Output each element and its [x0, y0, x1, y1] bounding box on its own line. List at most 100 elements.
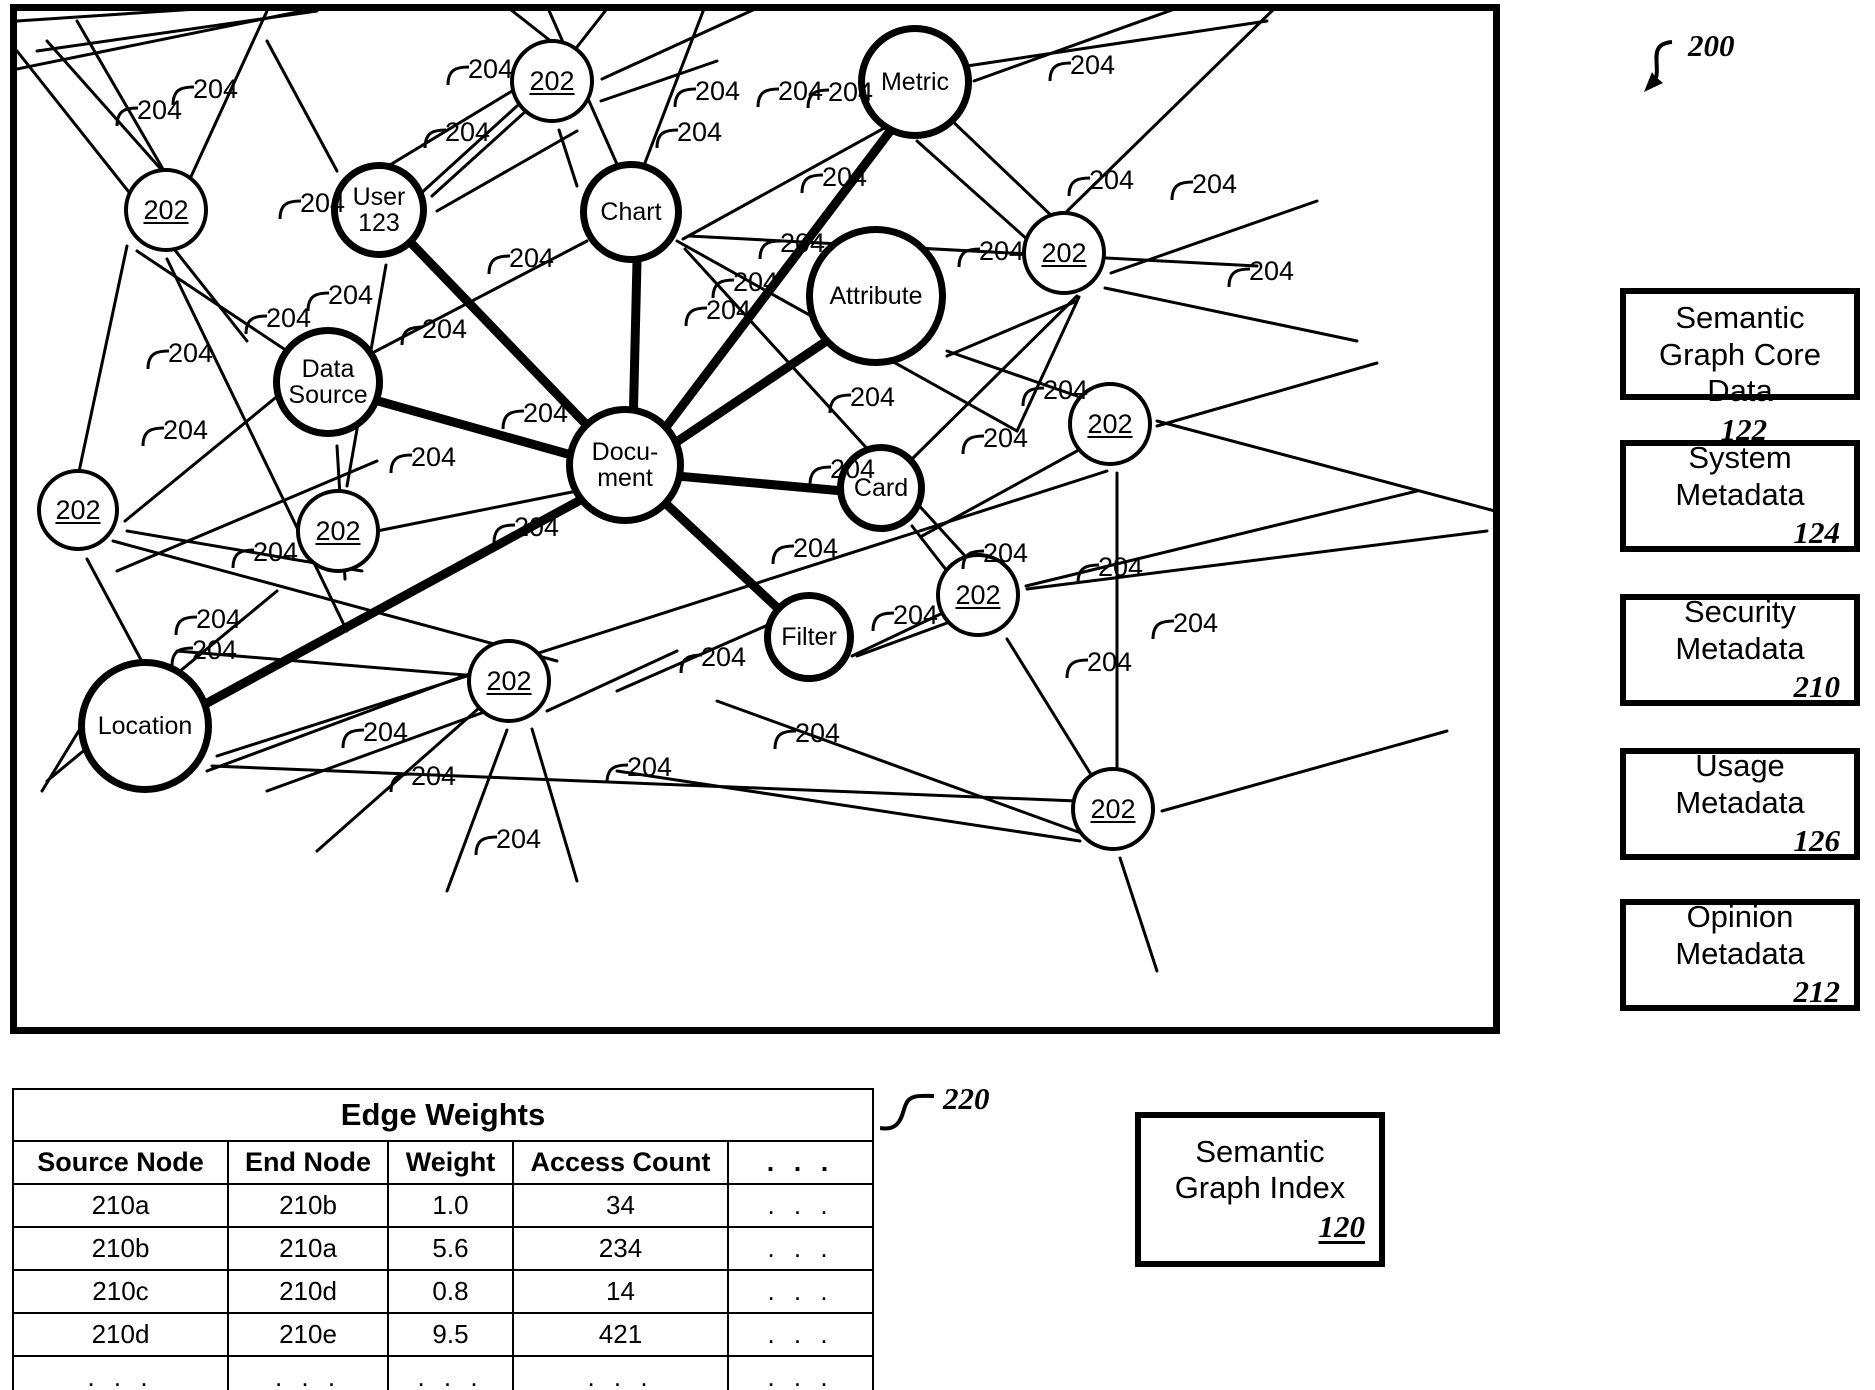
edge-ref-label: 204: [486, 243, 554, 276]
edge-ref-text: 204: [509, 243, 555, 273]
edge-leader-icon: [772, 718, 797, 750]
graph-node-generic-m9[interactable]: 202: [1071, 767, 1155, 851]
edge-ref-label: 204: [807, 454, 875, 487]
table-row[interactable]: 210d 210e 9.5 421. . .: [12, 1312, 875, 1357]
node-label: 202: [1090, 793, 1136, 824]
table-row[interactable]: 210a 210b 1.0 34. . .: [12, 1183, 875, 1228]
table-cell: 421: [512, 1312, 729, 1357]
edge-ref-text: 204: [1043, 375, 1089, 405]
semantic-graph-panel: [10, 4, 1500, 1034]
edge-ref-label: 204: [827, 382, 895, 415]
metadata-box-security-metadata: Security Metadata 210: [1620, 594, 1860, 706]
edge-leader-icon: [678, 642, 703, 674]
edge-ref-label: 204: [960, 538, 1028, 571]
edge-ref-text: 204: [445, 117, 491, 147]
edge-weights-table: Edge Weights Source Node End Node Weight Acc…: [11, 1088, 875, 1390]
edge-ref-label: 204: [757, 228, 825, 261]
table-cell: . . .: [726, 1312, 875, 1357]
edge-leader-icon: [388, 442, 413, 474]
edge-ref-label: 204: [678, 642, 746, 675]
graph-node-datasource[interactable]: Data Source: [273, 327, 383, 437]
edge-ref-text: 204: [328, 280, 374, 310]
edge-ref-text: 204: [300, 188, 346, 218]
table-column-header: Weight: [387, 1140, 514, 1185]
table-title: Edge Weights: [11, 1088, 875, 1142]
edge-ref-text: 204: [677, 117, 723, 147]
edge-ref-text: 204: [468, 54, 514, 84]
metadata-box-label: Semantic Graph Core Data: [1659, 300, 1821, 409]
edge-ref-label: 204: [230, 537, 298, 570]
table-row[interactable]: 210b 210a 5.6 234. . .: [12, 1226, 875, 1271]
table-cell: 210a: [12, 1183, 229, 1228]
edge-ref-text: 204: [1249, 256, 1295, 286]
edge-leader-icon: [757, 228, 782, 260]
edge-leader-icon: [1169, 169, 1194, 201]
edge-ref-label: 204: [169, 635, 237, 668]
edge-leader-icon: [277, 188, 302, 220]
edge-leader-icon: [672, 76, 697, 108]
metadata-box-label: Usage Metadata: [1675, 748, 1805, 820]
node-label: User 123: [352, 182, 406, 237]
edge-leader-icon: [956, 236, 981, 268]
edge-leader-icon: [473, 824, 498, 856]
table-cell: 1.0: [387, 1183, 514, 1228]
node-label: 202: [315, 515, 361, 546]
table-cell: 0.8: [387, 1269, 514, 1314]
edge-ref-label: 204: [399, 314, 467, 347]
edge-leader-icon: [445, 54, 470, 86]
table-column-header: Source Node: [12, 1140, 229, 1185]
graph-node-attribute[interactable]: Attribute: [806, 226, 946, 366]
edge-ref-text: 204: [795, 718, 841, 748]
edge-leader-icon: [654, 117, 679, 149]
figure-canvas: Metric User 123 Chart Attribute Data Source Doc…: [0, 0, 1875, 1390]
index-box-text: Semantic Graph Index: [1174, 1133, 1346, 1206]
graph-node-generic-m3[interactable]: 202: [1022, 211, 1106, 295]
edge-ref-text: 204: [828, 77, 874, 107]
graph-node-chart[interactable]: Chart: [580, 161, 682, 263]
edge-ref-label: 204: [1020, 375, 1088, 408]
graph-node-generic-m2[interactable]: 202: [124, 168, 208, 252]
edge-ref-label: 204: [305, 280, 373, 313]
graph-node-generic-m6[interactable]: 202: [296, 489, 380, 573]
graph-node-metric[interactable]: Metric: [858, 25, 972, 139]
edge-ref-text: 204: [850, 382, 896, 412]
edge-ref-label: 204: [277, 188, 345, 221]
edge-ref-text: 204: [733, 267, 779, 297]
table-row[interactable]: 210c 210d 0.8 14. . .: [12, 1269, 875, 1314]
node-label: 202: [1041, 237, 1087, 268]
edge-ref-text: 204: [1173, 608, 1219, 638]
edge-ref-label: 204: [1226, 256, 1294, 289]
edge-ref-label: 204: [683, 295, 751, 328]
table-cell: 210b: [227, 1183, 389, 1228]
edge-ref-label: 204: [170, 74, 238, 107]
edge-leader-icon: [1064, 647, 1089, 679]
table-row[interactable]: . . .. . .. . .. . .. . .: [12, 1355, 875, 1390]
table-cell: . . .: [726, 1183, 875, 1228]
edge-ref-text: 204: [979, 236, 1025, 266]
table-cell: 34: [512, 1183, 729, 1228]
edge-ref-text: 204: [983, 538, 1029, 568]
edge-ref-text: 204: [523, 398, 569, 428]
node-label: 202: [486, 665, 532, 696]
graph-node-filter[interactable]: Filter: [764, 592, 854, 682]
edge-leader-icon: [960, 538, 985, 570]
edge-leader-icon: [807, 454, 832, 486]
node-label: 202: [1087, 408, 1133, 439]
table-column-header: . . .: [726, 1140, 875, 1185]
edge-leader-icon: [805, 77, 830, 109]
figure-ref-200: 200: [1688, 28, 1735, 63]
graph-node-user123[interactable]: User 123: [331, 162, 427, 258]
edge-ref-label: 204: [1064, 647, 1132, 680]
graph-node-generic-m1[interactable]: 202: [510, 39, 594, 123]
graph-node-location[interactable]: Location: [78, 659, 212, 793]
edge-ref-label: 204: [1075, 552, 1143, 585]
graph-node-document[interactable]: Docu-ment: [566, 406, 684, 524]
edge-ref-label: 204: [140, 415, 208, 448]
edge-ref-label: 204: [500, 398, 568, 431]
edge-ref-label: 204: [604, 752, 672, 785]
table-cell: 210c: [12, 1269, 229, 1314]
edge-leader-icon: [169, 635, 194, 667]
edge-ref-text: 204: [411, 761, 457, 791]
graph-node-generic-m8[interactable]: 202: [467, 639, 551, 723]
graph-node-generic-m5[interactable]: 202: [37, 469, 119, 551]
